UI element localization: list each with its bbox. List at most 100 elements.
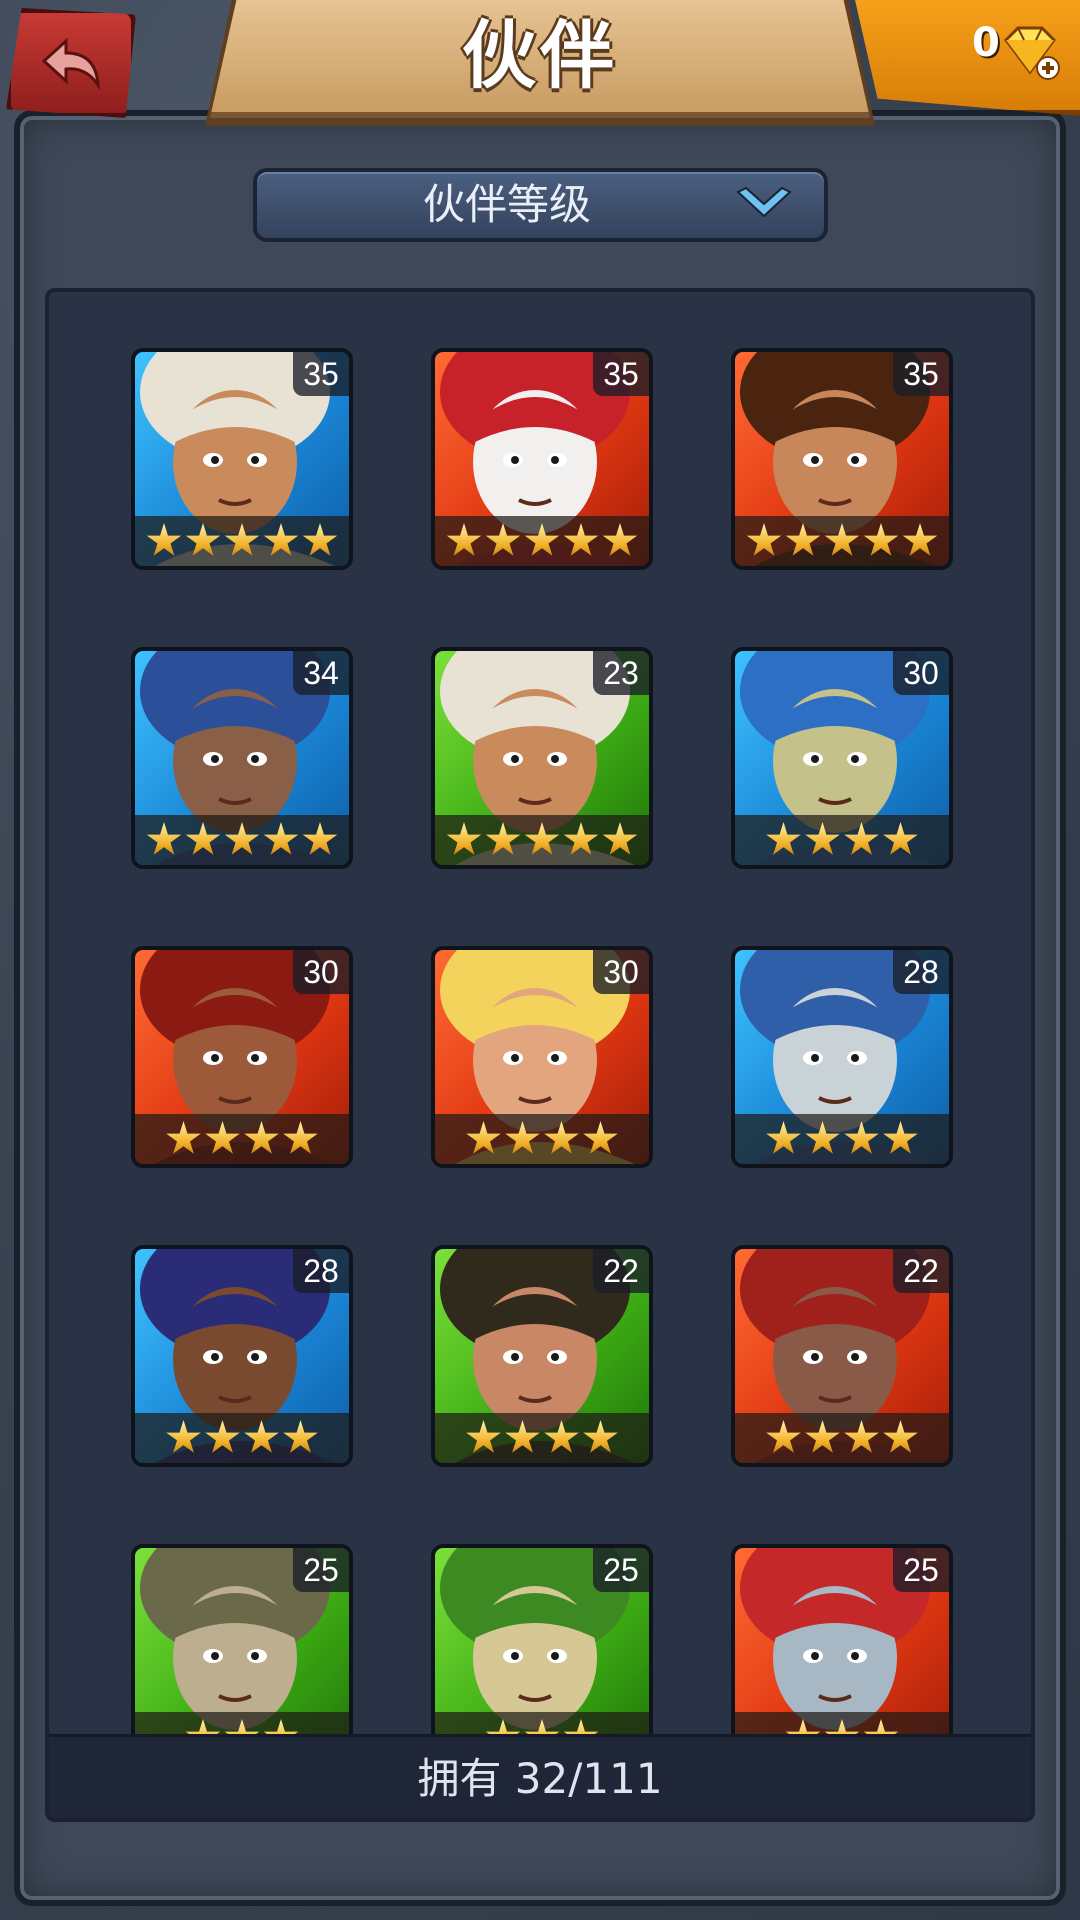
star-icon bbox=[544, 1121, 579, 1154]
star-icon bbox=[583, 1420, 618, 1453]
gem-plus-icon[interactable] bbox=[998, 22, 1062, 82]
companion-card[interactable]: 30 bbox=[431, 946, 653, 1168]
star-icon bbox=[283, 1121, 318, 1154]
companion-level: 30 bbox=[593, 950, 649, 994]
back-button[interactable] bbox=[6, 8, 136, 118]
star-icon bbox=[844, 1420, 879, 1453]
star-icon bbox=[602, 822, 638, 855]
gem-count: 0 bbox=[972, 20, 1000, 66]
chevron-down-icon bbox=[736, 186, 792, 218]
star-icon bbox=[244, 1420, 279, 1453]
star-icon bbox=[446, 822, 482, 855]
star-icon bbox=[185, 822, 221, 855]
star-rating bbox=[435, 815, 649, 865]
star-rating bbox=[135, 1413, 349, 1463]
star-icon bbox=[224, 822, 260, 855]
star-icon bbox=[524, 523, 560, 556]
companion-level: 22 bbox=[593, 1249, 649, 1293]
star-icon bbox=[146, 822, 182, 855]
back-arrow-icon bbox=[41, 37, 100, 91]
companion-card[interactable]: 25 bbox=[131, 1544, 353, 1766]
companion-level: 25 bbox=[293, 1548, 349, 1592]
companion-card[interactable]: 25 bbox=[431, 1544, 653, 1766]
star-icon bbox=[205, 1121, 240, 1154]
star-icon bbox=[766, 1121, 801, 1154]
star-icon bbox=[244, 1121, 279, 1154]
star-icon bbox=[166, 1420, 201, 1453]
star-icon bbox=[805, 822, 840, 855]
star-icon bbox=[766, 822, 801, 855]
companion-card[interactable]: 23 bbox=[431, 647, 653, 869]
star-icon bbox=[505, 1420, 540, 1453]
star-icon bbox=[563, 822, 599, 855]
sort-dropdown[interactable]: 伙伴等级 bbox=[253, 168, 828, 242]
star-icon bbox=[524, 822, 560, 855]
companion-level: 25 bbox=[893, 1548, 949, 1592]
companion-card[interactable]: 34 bbox=[131, 647, 353, 869]
companion-level: 23 bbox=[593, 651, 649, 695]
star-icon bbox=[785, 523, 821, 556]
star-icon bbox=[224, 523, 260, 556]
star-icon bbox=[283, 1420, 318, 1453]
star-icon bbox=[844, 822, 879, 855]
companion-level: 35 bbox=[593, 352, 649, 396]
star-rating bbox=[435, 516, 649, 566]
star-icon bbox=[863, 523, 899, 556]
star-rating bbox=[435, 1114, 649, 1164]
star-icon bbox=[766, 1420, 801, 1453]
companion-level: 28 bbox=[293, 1249, 349, 1293]
companion-level: 28 bbox=[893, 950, 949, 994]
owned-count: 拥有 32/111 bbox=[49, 1734, 1031, 1818]
star-icon bbox=[485, 822, 521, 855]
star-icon bbox=[446, 523, 482, 556]
companion-card[interactable]: 22 bbox=[431, 1245, 653, 1467]
star-icon bbox=[883, 1121, 918, 1154]
sort-dropdown-label: 伙伴等级 bbox=[422, 180, 591, 229]
companion-level: 35 bbox=[893, 352, 949, 396]
page-title: 伙伴 bbox=[462, 13, 618, 99]
companion-level: 35 bbox=[293, 352, 349, 396]
star-icon bbox=[302, 523, 338, 556]
star-icon bbox=[205, 1420, 240, 1453]
companion-level: 25 bbox=[593, 1548, 649, 1592]
companion-level: 30 bbox=[293, 950, 349, 994]
star-icon bbox=[485, 523, 521, 556]
star-icon bbox=[883, 1420, 918, 1453]
companion-card[interactable]: 28 bbox=[131, 1245, 353, 1467]
star-rating bbox=[135, 815, 349, 865]
companion-card[interactable]: 35 bbox=[431, 348, 653, 570]
companion-card[interactable]: 35 bbox=[131, 348, 353, 570]
star-icon bbox=[563, 523, 599, 556]
star-rating bbox=[135, 516, 349, 566]
star-icon bbox=[746, 523, 782, 556]
star-icon bbox=[883, 822, 918, 855]
star-icon bbox=[146, 523, 182, 556]
companion-card[interactable]: 30 bbox=[131, 946, 353, 1168]
companion-card[interactable]: 28 bbox=[731, 946, 953, 1168]
star-icon bbox=[824, 523, 860, 556]
star-rating bbox=[135, 1114, 349, 1164]
companion-card[interactable]: 35 bbox=[731, 348, 953, 570]
companion-level: 34 bbox=[293, 651, 349, 695]
companion-level: 22 bbox=[893, 1249, 949, 1293]
star-icon bbox=[583, 1121, 618, 1154]
star-icon bbox=[902, 523, 938, 556]
star-icon bbox=[302, 822, 338, 855]
companion-level: 30 bbox=[893, 651, 949, 695]
star-rating bbox=[735, 815, 949, 865]
companion-grid: 35 35 35 34 23 30 30 30 28 28 22 22 25 25 25 bbox=[49, 292, 1031, 1766]
companion-panel: 35 35 35 34 23 30 30 30 28 28 22 22 25 25 25 拥有 32/111 bbox=[45, 288, 1035, 1822]
companion-card[interactable]: 22 bbox=[731, 1245, 953, 1467]
star-icon bbox=[263, 523, 299, 556]
star-icon bbox=[805, 1420, 840, 1453]
star-rating bbox=[735, 516, 949, 566]
companion-card[interactable]: 25 bbox=[731, 1544, 953, 1766]
star-rating bbox=[435, 1413, 649, 1463]
star-icon bbox=[185, 523, 221, 556]
star-rating bbox=[735, 1114, 949, 1164]
star-rating bbox=[735, 1413, 949, 1463]
star-icon bbox=[505, 1121, 540, 1154]
star-icon bbox=[263, 822, 299, 855]
star-icon bbox=[602, 523, 638, 556]
companion-card[interactable]: 30 bbox=[731, 647, 953, 869]
